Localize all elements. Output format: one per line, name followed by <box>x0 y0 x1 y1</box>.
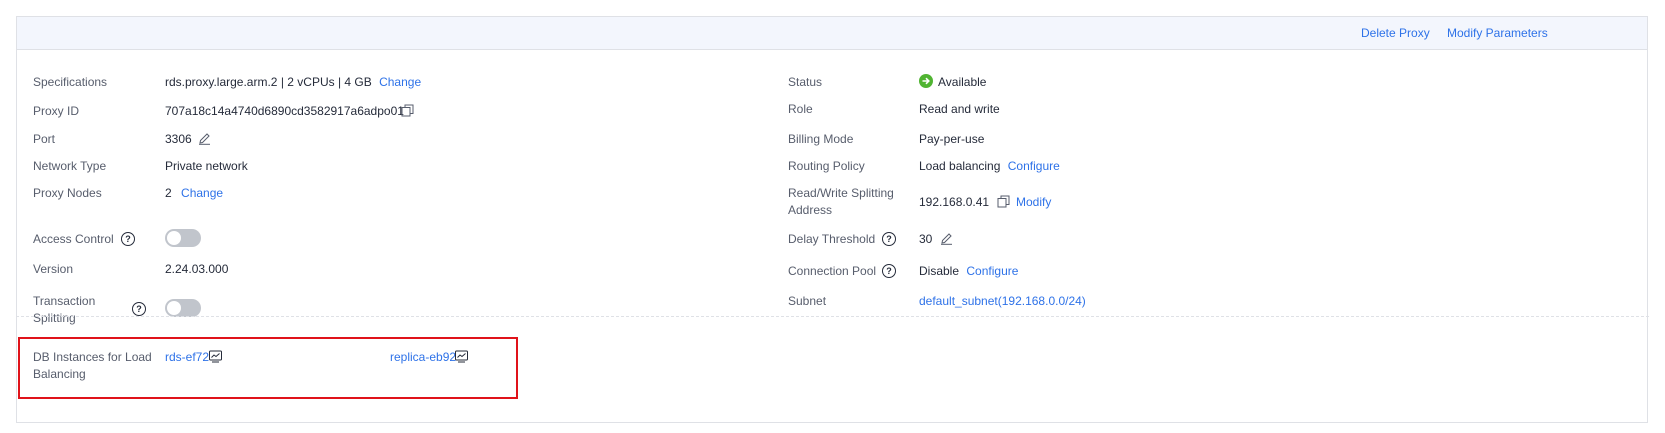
help-icon[interactable]: ? <box>132 302 146 316</box>
network-type-value: Private network <box>165 159 248 173</box>
transaction-splitting-label-line2: Splitting <box>33 311 76 325</box>
access-control-toggle[interactable] <box>165 229 201 247</box>
delay-threshold-value: 30 <box>919 232 933 246</box>
rw-address-value: 192.168.0.41 <box>919 195 990 209</box>
help-icon[interactable]: ? <box>121 232 135 246</box>
transaction-splitting-toggle[interactable] <box>165 299 201 317</box>
billing-mode-label: Billing Mode <box>788 132 854 146</box>
edit-icon[interactable] <box>198 132 211 145</box>
routing-policy-label: Routing Policy <box>788 159 865 173</box>
port-value: 3306 <box>165 132 192 146</box>
rw-address-label-line2: Address <box>788 203 833 217</box>
delete-proxy-link[interactable]: Delete Proxy <box>1361 26 1430 40</box>
panel-toolbar: Delete Proxy Modify Parameters <box>17 17 1647 50</box>
proxy-nodes-label: Proxy Nodes <box>33 186 102 200</box>
copy-icon[interactable] <box>997 195 1010 208</box>
copy-icon[interactable] <box>401 104 414 117</box>
connection-pool-label: Connection Pool <box>788 264 877 278</box>
delay-threshold-label: Delay Threshold <box>788 232 876 246</box>
transaction-splitting-label: Transaction <box>33 294 96 308</box>
version-label: Version <box>33 262 74 276</box>
toggle-knob <box>167 231 181 245</box>
status-value: Available <box>938 75 987 89</box>
port-label: Port <box>33 132 56 146</box>
access-control-label: Access Control <box>33 232 114 246</box>
toggle-knob <box>167 301 181 315</box>
role-value: Read and write <box>919 102 1000 116</box>
billing-mode-value: Pay-per-use <box>919 132 985 146</box>
specifications-label: Specifications <box>33 75 108 89</box>
configure-routing-link[interactable]: Configure <box>1008 159 1060 173</box>
subnet-link[interactable]: default_subnet(192.168.0.0/24) <box>919 292 1086 310</box>
highlight-box <box>18 337 518 399</box>
subnet-label: Subnet <box>788 294 827 308</box>
rw-address-label: Read/Write Splitting <box>788 186 894 200</box>
edit-icon[interactable] <box>940 232 953 245</box>
modify-parameters-link[interactable]: Modify Parameters <box>1447 26 1548 40</box>
help-icon[interactable]: ? <box>882 232 896 246</box>
proxy-nodes-value: 2 Change <box>165 186 224 200</box>
change-specifications-link[interactable]: Change <box>379 75 421 89</box>
help-icon[interactable]: ? <box>882 264 896 278</box>
routing-policy-value: Load balancing Configure <box>919 159 1060 173</box>
section-divider <box>16 316 1649 317</box>
proxy-id-label: Proxy ID <box>33 104 80 118</box>
connection-pool-value: Disable Configure <box>919 264 1019 278</box>
version-value: 2.24.03.000 <box>165 262 229 276</box>
configure-connection-pool-link[interactable]: Configure <box>966 264 1018 278</box>
status-available-icon <box>919 74 933 88</box>
network-type-label: Network Type <box>33 159 107 173</box>
status-label: Status <box>788 75 823 89</box>
proxy-id-value: 707a18c14a4740d6890cd3582917a6adpo01 <box>165 104 404 118</box>
change-proxy-nodes-link[interactable]: Change <box>181 186 223 200</box>
specifications-value: rds.proxy.large.arm.2 | 2 vCPUs | 4 GB C… <box>165 75 422 89</box>
role-label: Role <box>788 102 813 116</box>
modify-address-link[interactable]: Modify <box>1016 193 1051 211</box>
